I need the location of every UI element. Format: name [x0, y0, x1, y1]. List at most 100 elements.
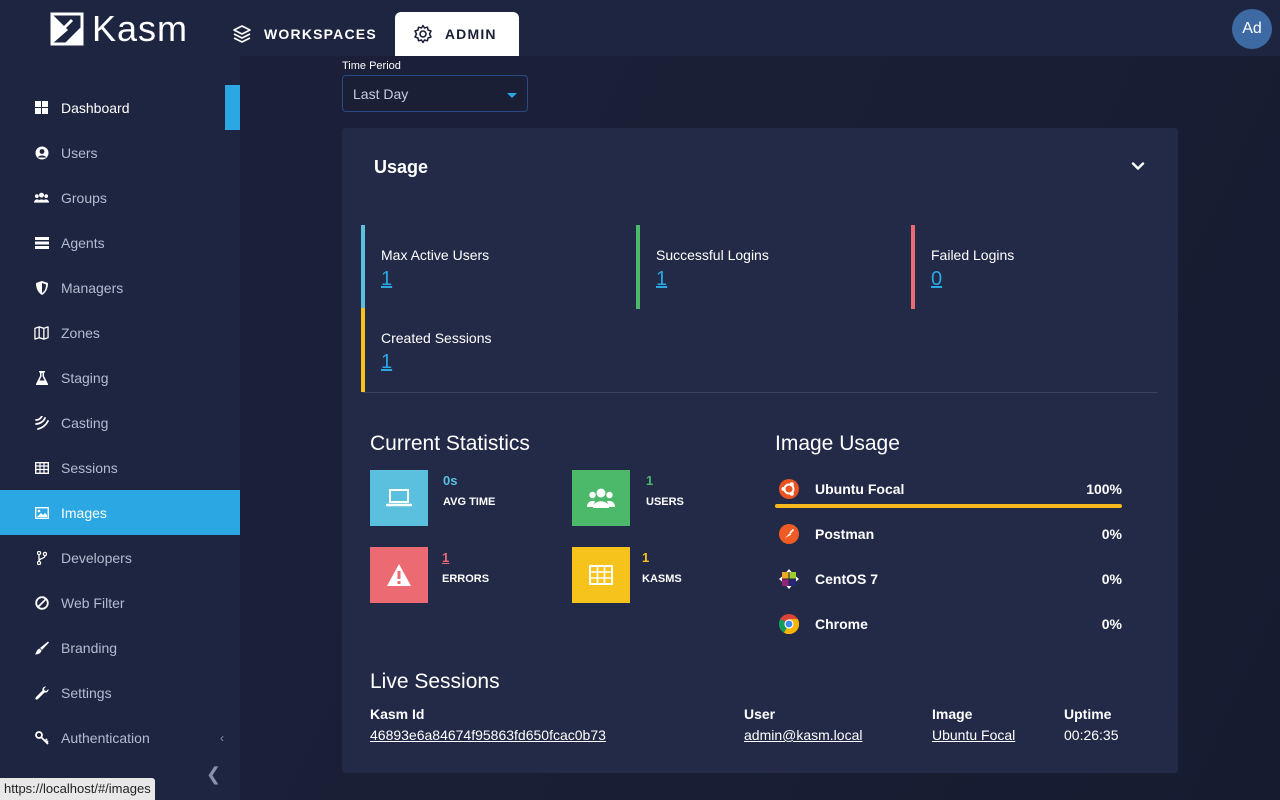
- collapse-sidebar-icon[interactable]: ❮: [206, 764, 221, 785]
- sidebar-item-developers[interactable]: Developers: [0, 535, 240, 580]
- top-nav: WORKSPACES ADMIN: [220, 12, 519, 56]
- sidebar-item-zones[interactable]: Zones: [0, 310, 240, 355]
- image-name: Ubuntu Focal: [815, 481, 905, 497]
- grid-icon: [589, 565, 613, 585]
- image-name: Postman: [815, 526, 875, 542]
- users-value: 1: [646, 473, 654, 488]
- column-header-image: Image: [932, 706, 973, 722]
- metric-failed-logins: Failed Logins 0: [911, 225, 1171, 309]
- kasms-label: KASMS: [642, 573, 682, 585]
- image-percent: 0%: [1101, 571, 1122, 587]
- dashboard-icon: [34, 100, 49, 115]
- metric-value[interactable]: 1: [656, 268, 667, 291]
- avg-time-value: 0s: [443, 473, 458, 488]
- metric-value[interactable]: 1: [381, 268, 392, 291]
- image-percent: 100%: [1086, 481, 1122, 497]
- image-usage-row: CentOS 7 0%: [775, 569, 1122, 591]
- sidebar-item-groups[interactable]: Groups: [0, 175, 240, 220]
- time-period-select[interactable]: Last Day: [342, 75, 528, 112]
- gear-icon: [414, 24, 432, 44]
- user-avatar[interactable]: Ad: [1232, 9, 1272, 49]
- sidebar-item-staging[interactable]: Staging: [0, 355, 240, 400]
- sidebar-item-agents[interactable]: Agents: [0, 220, 240, 265]
- user-circle-icon: [34, 145, 49, 160]
- sidebar-item-branding[interactable]: Branding: [0, 625, 240, 670]
- sidebar-item-label: Staging: [61, 369, 109, 386]
- sidebar-item-label: Groups: [61, 189, 107, 206]
- sidebar-item-web-filter[interactable]: Web Filter: [0, 580, 240, 625]
- image-name: Chrome: [815, 616, 868, 632]
- ubuntu-icon: [779, 479, 799, 499]
- live-sessions-title: Live Sessions: [370, 670, 500, 693]
- sidebar-item-label: Developers: [61, 549, 132, 566]
- table-icon: [34, 460, 49, 475]
- sidebar-item-label: Casting: [61, 414, 109, 431]
- sidebar-item-managers[interactable]: Managers: [0, 265, 240, 310]
- time-period-filter: Time Period Last Day: [342, 60, 528, 112]
- logo-text: Kasm: [92, 8, 189, 49]
- session-image-link[interactable]: Ubuntu Focal: [932, 727, 1015, 743]
- image-percent: 0%: [1101, 616, 1122, 632]
- users-label: USERS: [646, 496, 684, 508]
- avg-time-tile: [370, 470, 428, 526]
- metric-value[interactable]: 1: [381, 351, 392, 374]
- flask-icon: [34, 370, 49, 385]
- kasms-tile: [572, 547, 630, 603]
- column-header-user: User: [744, 706, 776, 722]
- tab-admin[interactable]: ADMIN: [394, 12, 519, 56]
- metric-value[interactable]: 0: [931, 268, 942, 291]
- time-period-value: Last Day: [353, 85, 409, 102]
- image-name: CentOS 7: [815, 571, 879, 587]
- column-header-kasm-id: Kasm Id: [370, 706, 425, 722]
- laptop-icon: [386, 489, 412, 507]
- session-kasm-id-link[interactable]: 46893e6a84674f95863fd650fcac0b73: [370, 727, 606, 743]
- image-usage-row: Ubuntu Focal 100%: [775, 479, 1122, 501]
- shield-icon: [34, 280, 49, 295]
- kasm-logo[interactable]: Kasm: [50, 11, 188, 47]
- metric-label: Successful Logins: [656, 247, 769, 263]
- sidebar-item-label: Dashboard: [61, 99, 130, 116]
- sidebar-item-label: Images: [61, 504, 107, 521]
- errors-value[interactable]: 1: [442, 550, 449, 565]
- status-bar-url: https://localhost/#/images: [0, 778, 155, 800]
- kasm-logo-icon: [50, 12, 84, 46]
- top-bar: Kasm WORKSPACES ADMIN Ad: [0, 0, 1280, 56]
- kasms-value: 1: [642, 550, 650, 565]
- users-tile: [572, 470, 630, 526]
- session-user-link[interactable]: admin@kasm.local: [744, 727, 862, 743]
- sidebar-item-authentication[interactable]: Authentication ‹: [0, 715, 240, 760]
- sidebar-item-label: Authentication: [61, 729, 150, 746]
- image-usage-title: Image Usage: [775, 432, 900, 455]
- sidebar-item-users[interactable]: Users: [0, 130, 240, 175]
- sidebar-item-images[interactable]: Images: [0, 490, 240, 535]
- cast-icon: [34, 415, 49, 430]
- sidebar-item-label: Zones: [61, 324, 100, 341]
- chrome-icon: [779, 614, 799, 634]
- caret-down-icon: [507, 93, 517, 98]
- sidebar-item-dashboard[interactable]: Dashboard: [0, 85, 240, 130]
- errors-label: ERRORS: [442, 573, 490, 585]
- sidebar: Dashboard Users Groups Agents Managers Z…: [0, 56, 240, 800]
- warning-icon: [387, 564, 411, 586]
- tab-workspaces[interactable]: WORKSPACES: [220, 12, 395, 56]
- divider: [362, 392, 1158, 393]
- metric-created-sessions: Created Sessions 1: [361, 308, 621, 392]
- image-usage-row: Postman 0%: [775, 524, 1122, 546]
- image-usage-row: Chrome 0%: [775, 614, 1122, 636]
- brush-icon: [34, 640, 49, 655]
- sidebar-item-sessions[interactable]: Sessions: [0, 445, 240, 490]
- column-header-uptime: Uptime: [1064, 706, 1112, 722]
- chevron-down-icon[interactable]: [1130, 158, 1146, 174]
- ban-icon: [34, 595, 49, 610]
- image-icon: [34, 505, 49, 520]
- avg-time-label: AVG TIME: [443, 496, 496, 508]
- tab-admin-label: ADMIN: [444, 26, 497, 42]
- tab-workspaces-label: WORKSPACES: [264, 26, 377, 42]
- sidebar-item-label: Branding: [61, 639, 118, 656]
- sidebar-item-settings[interactable]: Settings: [0, 670, 240, 715]
- sidebar-item-casting[interactable]: Casting: [0, 400, 240, 445]
- metric-max-active-users: Max Active Users 1: [361, 225, 621, 309]
- time-period-label: Time Period: [342, 60, 401, 72]
- session-uptime: 00:26:35: [1064, 727, 1119, 743]
- usage-title: Usage: [374, 157, 429, 177]
